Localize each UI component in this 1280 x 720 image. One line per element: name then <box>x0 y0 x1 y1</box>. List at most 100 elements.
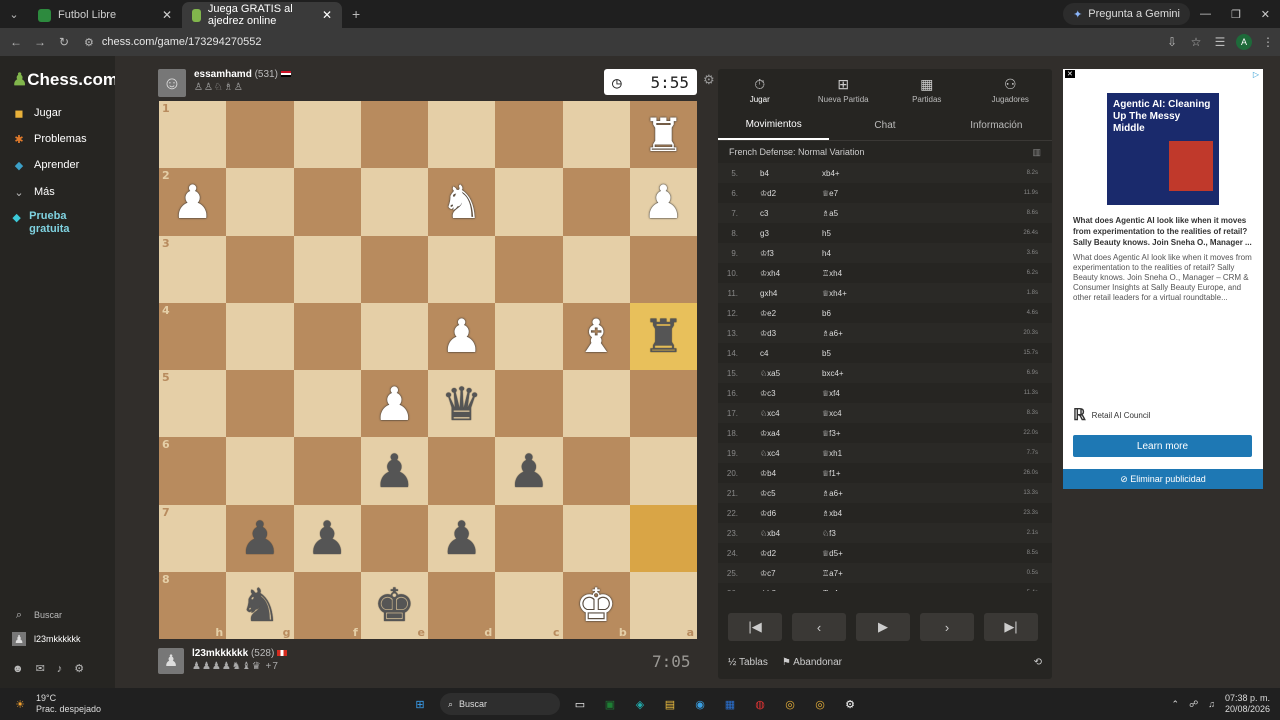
sidebar-search[interactable]: ⌕ Buscar <box>12 608 62 622</box>
taskbar-search[interactable]: ⌕ Buscar <box>440 693 560 715</box>
white-move[interactable]: c4 <box>760 349 822 358</box>
adchoices-icon[interactable]: ▷ <box>1253 70 1259 79</box>
black-move[interactable]: ♗a6+ <box>822 489 882 498</box>
last-move-button[interactable]: ▶| <box>984 613 1038 641</box>
file-explorer-icon[interactable]: ▤ <box>660 694 680 714</box>
extensions-icon[interactable]: ☰ <box>1208 35 1232 49</box>
board-square[interactable] <box>629 504 697 572</box>
board-square[interactable] <box>495 168 563 236</box>
back-icon[interactable]: ← <box>4 35 28 49</box>
chess-piece[interactable]: ♚ <box>374 582 415 628</box>
black-move[interactable]: ♗a5 <box>822 209 882 218</box>
board-square[interactable]: d <box>428 571 496 639</box>
flip-board-icon[interactable]: ⟲ <box>1034 657 1042 668</box>
chess-piece[interactable]: ♚ <box>576 582 617 628</box>
chess-piece[interactable]: ♟ <box>172 179 213 225</box>
white-move[interactable]: ♔c3 <box>760 389 822 398</box>
close-window-icon[interactable]: ✕ <box>1261 8 1270 21</box>
app-icon[interactable]: ◈ <box>630 694 650 714</box>
white-move[interactable]: ♔xa4 <box>760 429 822 438</box>
board-square[interactable] <box>293 370 361 438</box>
close-icon[interactable]: ✕ <box>162 8 172 22</box>
windows-start-icon[interactable]: ⊞ <box>410 694 430 714</box>
black-move[interactable]: ♖a4 <box>822 589 882 592</box>
bookmark-star-icon[interactable]: ☆ <box>1184 35 1208 49</box>
board-square[interactable]: f <box>293 571 361 639</box>
chess-piece[interactable]: ♟ <box>508 448 549 494</box>
sidebar-item-learn[interactable]: ◆ Aprender <box>12 158 80 172</box>
white-move[interactable]: gxh4 <box>760 289 822 298</box>
white-move[interactable]: ♔d6 <box>760 509 822 518</box>
black-move[interactable]: ♕xf4 <box>822 389 882 398</box>
settings-gear-icon[interactable]: ⚙ <box>74 662 84 675</box>
board-square[interactable] <box>495 302 563 370</box>
player-name[interactable]: essamhamd (531) <box>194 69 291 80</box>
board-square[interactable]: b ♚ <box>562 571 630 639</box>
board-square[interactable]: ♟ <box>360 437 428 505</box>
board-square[interactable] <box>495 504 563 572</box>
bell-icon[interactable]: ♪ <box>57 663 63 675</box>
sidebar-item-puzzles[interactable]: ✱ Problemas <box>12 132 86 146</box>
board-square[interactable] <box>360 101 428 169</box>
chess-piece[interactable]: ♞ <box>239 582 280 628</box>
black-move[interactable]: ♗xb4 <box>822 509 882 518</box>
resign-button[interactable]: ⚑ Abandonar <box>782 657 842 668</box>
board-square[interactable] <box>495 101 563 169</box>
board-square[interactable] <box>629 437 697 505</box>
white-move[interactable]: ♔c5 <box>760 489 822 498</box>
white-move[interactable]: ♘xb4 <box>760 529 822 538</box>
profile-avatar[interactable]: A <box>1236 34 1252 50</box>
chrome-icon[interactable]: ◎ <box>780 694 800 714</box>
forward-icon[interactable]: → <box>28 35 52 49</box>
play-button[interactable]: ▶ <box>856 613 910 641</box>
store-icon[interactable]: ▦ <box>720 694 740 714</box>
weather-widget[interactable]: ☀ 19°C Prac. despejado <box>10 693 101 715</box>
board-square[interactable] <box>293 437 361 505</box>
board-square[interactable] <box>428 101 496 169</box>
board-square[interactable]: ♜ <box>629 101 697 169</box>
black-move[interactable]: ♖xh4 <box>822 269 882 278</box>
board-square[interactable] <box>360 168 428 236</box>
network-icon[interactable]: ☍ <box>1189 699 1198 710</box>
black-move[interactable]: ♘f3 <box>822 529 882 538</box>
white-move[interactable]: g3 <box>760 229 822 238</box>
subtab-info[interactable]: Información <box>941 111 1052 140</box>
chess-piece[interactable]: ♞ <box>441 179 482 225</box>
edge-icon[interactable]: ◉ <box>690 694 710 714</box>
reload-icon[interactable]: ↻ <box>52 35 76 49</box>
chess-piece[interactable]: ♟ <box>307 515 348 561</box>
black-move[interactable]: h5 <box>822 229 882 238</box>
subtab-moves[interactable]: Movimientos <box>718 111 830 140</box>
chevron-up-icon[interactable]: ⌃ <box>1172 699 1180 710</box>
pdf-icon[interactable]: ◍ <box>750 694 770 714</box>
black-move[interactable]: ♕f3+ <box>822 429 882 438</box>
board-square[interactable] <box>562 101 630 169</box>
board-square[interactable]: 1 <box>159 101 227 169</box>
board-square[interactable]: 4 <box>159 302 227 370</box>
chess-piece[interactable]: ♜ <box>643 313 684 359</box>
friends-icon[interactable]: ☻ <box>12 663 24 675</box>
tab-games[interactable]: ▦ Partidas <box>885 69 969 111</box>
board-square[interactable]: 2 ♟ <box>159 168 227 236</box>
black-move[interactable]: ♕d5+ <box>822 549 882 558</box>
board-square[interactable] <box>495 370 563 438</box>
white-move[interactable]: ♔d2 <box>760 189 822 198</box>
close-icon[interactable]: ✕ <box>322 8 332 22</box>
remove-ads-button[interactable]: ⊘ Eliminar publicidad <box>1063 469 1263 489</box>
maximize-icon[interactable]: ❐ <box>1231 8 1241 21</box>
board-square[interactable] <box>226 235 294 303</box>
white-move[interactable]: ♔d2 <box>760 549 822 558</box>
black-move[interactable]: ♗a6+ <box>822 329 882 338</box>
black-move[interactable]: ♕xh1 <box>822 449 882 458</box>
board-square[interactable]: ♟ <box>428 504 496 572</box>
board-square[interactable] <box>226 101 294 169</box>
board-square[interactable]: ♜ <box>629 302 697 370</box>
sidebar-user[interactable]: ♟ l23mkkkkkk <box>12 632 81 646</box>
board-square[interactable]: ♟ <box>226 504 294 572</box>
board-square[interactable] <box>562 370 630 438</box>
board-square[interactable] <box>226 302 294 370</box>
book-icon[interactable]: ▥ <box>1032 147 1041 158</box>
minimize-icon[interactable]: — <box>1200 8 1211 21</box>
white-move[interactable]: ♔xh4 <box>760 269 822 278</box>
chrome-profile-icon[interactable]: ◎ <box>810 694 830 714</box>
